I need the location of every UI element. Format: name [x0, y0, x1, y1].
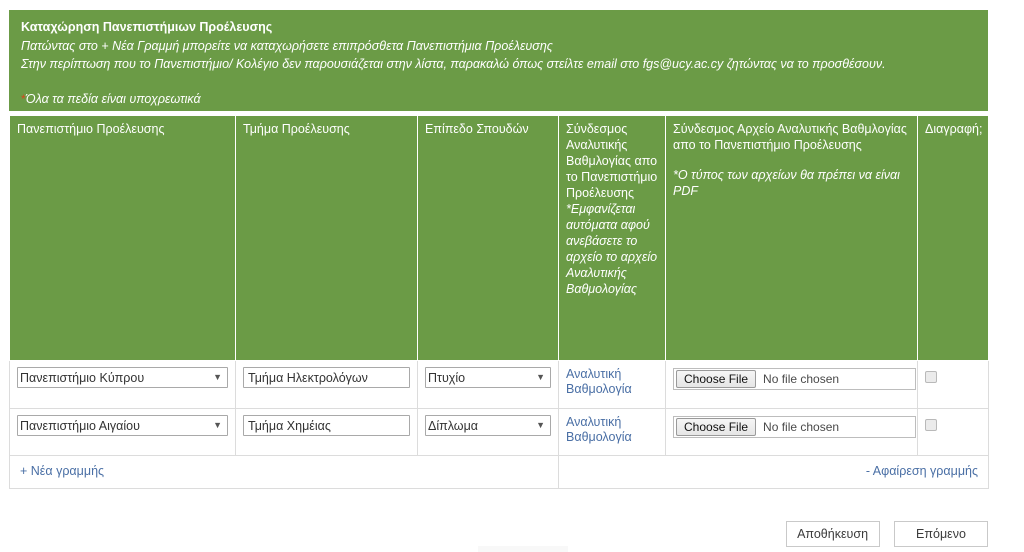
page-root: Καταχώρηση Πανεπιστήμιων Προέλευσης Πατώ…: [0, 0, 1024, 552]
cell-remove-row: - Αφαίρεση γραμμής: [558, 455, 989, 489]
choose-file-button[interactable]: Choose File: [676, 370, 757, 388]
header-transcript-link-note: *Εμφανίζεται αυτόματα αφού ανεβάσετε το …: [566, 202, 658, 296]
header-transcript-file-text: Σύνδεσμος Αρχείο Αναλυτικής Βαθμλογίας α…: [673, 122, 907, 152]
header-transcript-link-text: Σύνδεσμος Αναλυτικής Βαθμλογίας απο το Π…: [566, 122, 658, 200]
delete-checkbox[interactable]: [925, 371, 937, 383]
header-level: Επίπεδο Σπουδών: [417, 115, 559, 361]
cell-transcript-link: Αναλυτική Βαθμολογία: [558, 408, 666, 456]
universities-table: Πανεπιστήμιο Προέλευσης Τμήμα Προέλευσης…: [9, 115, 989, 489]
table-footer-row: + Νέα γραμμής - Αφαίρεση γραμμής: [9, 455, 989, 489]
transcript-link[interactable]: Αναλυτική Βαθμολογία: [566, 367, 658, 397]
level-select-wrapper: Πτυχίο ▼: [425, 367, 551, 388]
file-input[interactable]: Choose File No file chosen: [673, 368, 916, 390]
file-status-label: No file chosen: [763, 372, 840, 386]
university-select[interactable]: Πανεπιστήμιο Κύπρου: [17, 367, 228, 388]
save-button[interactable]: Αποθήκευση: [785, 521, 880, 547]
cell-university: Πανεπιστήμιο Κύπρου ▼: [9, 360, 236, 409]
header-department: Τμήμα Προέλευσης: [235, 115, 418, 361]
cell-department: [235, 360, 418, 409]
university-select-wrapper: Πανεπιστήμιο Αιγαίου ▼: [17, 415, 228, 436]
header-transcript-link: Σύνδεσμος Αναλυτικής Βαθμλογίας απο το Π…: [558, 115, 666, 361]
cell-add-row: + Νέα γραμμής: [9, 455, 559, 489]
required-fields-text: Όλα τα πεδία είναι υποχρεωτικά: [25, 92, 201, 106]
cell-transcript-file: Choose File No file chosen: [665, 408, 918, 456]
level-select-wrapper: Δίπλωμα ▼: [425, 415, 551, 436]
university-select-wrapper: Πανεπιστήμιο Κύπρου ▼: [17, 367, 228, 388]
cell-delete: [917, 408, 989, 456]
header-transcript-file-note: *Ο τύπος των αρχείων θα πρέπει να είναι …: [673, 168, 900, 198]
required-fields-note: *Όλα τα πεδία είναι υποχρεωτικά: [21, 91, 976, 107]
transcript-link[interactable]: Αναλυτική Βαθμολογία: [566, 415, 658, 445]
header-delete: Διαγραφή;: [917, 115, 989, 361]
table-row: Πανεπιστήμιο Κύπρου ▼ Πτυχίο ▼: [9, 360, 989, 409]
banner-instruction-line-2: Στην περίπτωση που το Πανεπιστήμιο/ Κολέ…: [21, 57, 886, 71]
cell-level: Πτυχίο ▼: [417, 360, 559, 409]
department-input[interactable]: [243, 415, 410, 436]
header-university: Πανεπιστήμιο Προέλευσης: [9, 115, 236, 361]
cell-university: Πανεπιστήμιο Αιγαίου ▼: [9, 408, 236, 456]
file-input[interactable]: Choose File No file chosen: [673, 416, 916, 438]
next-button[interactable]: Επόμενο: [894, 521, 988, 547]
level-select[interactable]: Δίπλωμα: [425, 415, 551, 436]
banner-instruction-line-1: Πατώντας στο + Νέα Γραμμή μπορείτε να κα…: [21, 39, 553, 53]
cell-transcript-link: Αναλυτική Βαθμολογία: [558, 360, 666, 409]
level-select[interactable]: Πτυχίο: [425, 367, 551, 388]
add-row-link[interactable]: + Νέα γραμμής: [20, 464, 104, 479]
action-bar: Αποθήκευση Επόμενο: [0, 521, 1024, 547]
delete-checkbox[interactable]: [925, 419, 937, 431]
banner-title: Καταχώρηση Πανεπιστήμιων Προέλευσης: [21, 20, 273, 34]
university-select[interactable]: Πανεπιστήμιο Αιγαίου: [17, 415, 228, 436]
table-row: Πανεπιστήμιο Αιγαίου ▼ Δίπλωμα ▼: [9, 408, 989, 456]
cell-delete: [917, 360, 989, 409]
cell-transcript-file: Choose File No file chosen: [665, 360, 918, 409]
intro-banner: Καταχώρηση Πανεπιστήμιων Προέλευσης Πατώ…: [9, 10, 988, 111]
table-header-row: Πανεπιστήμιο Προέλευσης Τμήμα Προέλευσης…: [9, 115, 989, 361]
header-transcript-file: Σύνδεσμος Αρχείο Αναλυτικής Βαθμλογίας α…: [665, 115, 918, 361]
cell-level: Δίπλωμα ▼: [417, 408, 559, 456]
choose-file-button[interactable]: Choose File: [676, 418, 757, 436]
page-bottom-artifact: [478, 546, 568, 552]
remove-row-link[interactable]: - Αφαίρεση γραμμής: [866, 464, 978, 479]
department-input[interactable]: [243, 367, 410, 388]
file-status-label: No file chosen: [763, 420, 840, 434]
cell-department: [235, 408, 418, 456]
